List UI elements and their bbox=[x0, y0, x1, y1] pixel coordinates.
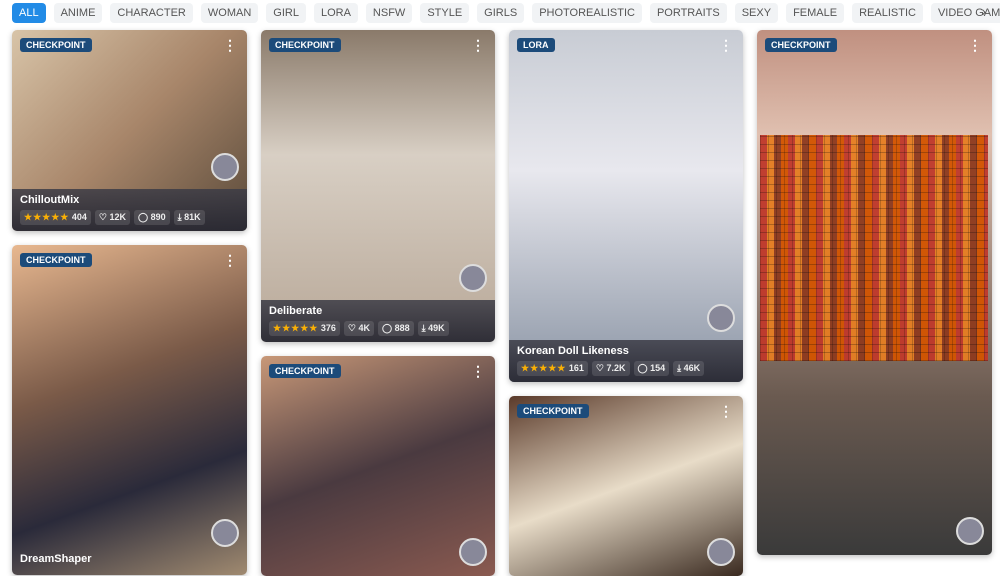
model-card[interactable]: CHECKPOINT ⋮ bbox=[261, 356, 495, 576]
likes-count: 4K bbox=[358, 323, 370, 333]
star-icon: ★★★★★ bbox=[521, 363, 567, 373]
model-title[interactable]: ChilloutMix bbox=[20, 194, 239, 206]
mosaic-overlay bbox=[760, 135, 988, 361]
likes-stat: ♡ 12K bbox=[94, 210, 130, 225]
model-title[interactable]: DreamShaper bbox=[20, 553, 92, 565]
card-footer: Korean Doll Likeness ★★★★★ 161 ♡ 7.2K ◯ … bbox=[509, 340, 743, 382]
tag-nsfw[interactable]: NSFW bbox=[365, 3, 413, 23]
downloads-count: 49K bbox=[428, 323, 445, 333]
download-icon: ⤓ bbox=[677, 363, 682, 373]
model-type-badge: CHECKPOINT bbox=[269, 38, 341, 52]
rating-stat: ★★★★★ 376 bbox=[269, 321, 340, 336]
tag-girl[interactable]: GIRL bbox=[266, 3, 306, 23]
downloads-stat: ⤓ 81K bbox=[173, 210, 205, 225]
tag-sexy[interactable]: SEXY bbox=[734, 3, 779, 23]
heart-icon: ♡ bbox=[595, 363, 604, 373]
model-type-badge: CHECKPOINT bbox=[517, 404, 589, 418]
more-options-icon[interactable]: ⋮ bbox=[719, 38, 733, 52]
downloads-count: 81K bbox=[184, 212, 201, 222]
model-card[interactable]: CHECKPOINT ⋮ bbox=[509, 396, 743, 576]
more-options-icon[interactable]: ⋮ bbox=[719, 404, 733, 418]
model-title[interactable]: Korean Doll Likeness bbox=[517, 345, 735, 357]
tag-lora[interactable]: LORA bbox=[313, 3, 358, 23]
model-type-badge: CHECKPOINT bbox=[765, 38, 837, 52]
more-options-icon[interactable]: ⋮ bbox=[471, 38, 485, 52]
model-title[interactable]: Deliberate bbox=[269, 305, 487, 317]
model-card[interactable]: LORA ⋮ Korean Doll Likeness ★★★★★ 161 ♡ 7.… bbox=[509, 30, 743, 382]
model-type-badge: LORA bbox=[517, 38, 555, 52]
more-options-icon[interactable]: ⋮ bbox=[223, 38, 237, 52]
heart-icon: ♡ bbox=[347, 323, 356, 333]
more-options-icon[interactable]: ⋮ bbox=[471, 364, 485, 378]
tag-video-game[interactable]: VIDEO GAME bbox=[930, 3, 1000, 23]
likes-stat: ♡ 4K bbox=[343, 321, 374, 336]
chevron-right-icon[interactable]: › bbox=[981, 3, 986, 19]
likes-stat: ♡ 7.2K bbox=[591, 361, 630, 376]
comments-count: 890 bbox=[150, 212, 166, 222]
tag-portraits[interactable]: PORTRAITS bbox=[649, 3, 727, 23]
card-footer: Deliberate ★★★★★ 376 ♡ 4K ◯ 888 ⤓ 49K bbox=[261, 300, 495, 342]
comment-icon: ◯ bbox=[138, 212, 149, 222]
tag-realistic[interactable]: REALISTIC bbox=[852, 3, 923, 23]
rating-stat: ★★★★★ 404 bbox=[20, 210, 91, 225]
model-card[interactable]: CHECKPOINT ⋮ bbox=[757, 30, 992, 555]
download-icon: ⤓ bbox=[421, 323, 426, 333]
tag-anime[interactable]: ANIME bbox=[53, 3, 103, 23]
model-thumbnail[interactable] bbox=[261, 356, 495, 576]
tag-all[interactable]: ALL bbox=[12, 3, 46, 23]
tag-girls[interactable]: GIRLS bbox=[477, 3, 525, 23]
model-card[interactable]: CHECKPOINT ⋮ ChilloutMix ★★★★★ 404 ♡ 12K ◯… bbox=[12, 30, 247, 231]
model-type-badge: CHECKPOINT bbox=[269, 364, 341, 378]
comment-icon: ◯ bbox=[382, 323, 393, 333]
tag-photorealistic[interactable]: PHOTOREALISTIC bbox=[532, 3, 642, 23]
star-icon: ★★★★★ bbox=[24, 212, 70, 222]
comment-icon: ◯ bbox=[637, 363, 648, 373]
category-tags: ALL ANIME CHARACTER WOMAN GIRL LORA NSFW STYLE G… bbox=[12, 3, 1000, 23]
more-options-icon[interactable]: ⋮ bbox=[223, 253, 237, 267]
rating-count: 161 bbox=[568, 363, 584, 373]
comments-stat: ◯ 154 bbox=[633, 361, 670, 376]
rating-stat: ★★★★★ 161 bbox=[517, 361, 588, 376]
downloads-count: 46K bbox=[683, 363, 701, 373]
comments-stat: ◯ 890 bbox=[134, 210, 170, 225]
avatar[interactable] bbox=[707, 304, 735, 332]
model-type-badge: CHECKPOINT bbox=[20, 253, 92, 267]
avatar[interactable] bbox=[956, 517, 984, 545]
tag-character[interactable]: CHARACTER bbox=[110, 3, 193, 23]
model-thumbnail[interactable] bbox=[509, 30, 743, 382]
likes-count: 12K bbox=[109, 212, 126, 222]
model-card[interactable]: CHECKPOINT ⋮ DreamShaper bbox=[12, 245, 247, 575]
model-thumbnail[interactable] bbox=[261, 30, 495, 342]
downloads-stat: ⤓ 49K bbox=[417, 321, 449, 336]
heart-icon: ♡ bbox=[98, 212, 107, 222]
tag-female[interactable]: FEMALE bbox=[786, 3, 845, 23]
avatar[interactable] bbox=[211, 153, 239, 181]
star-icon: ★★★★★ bbox=[273, 323, 319, 333]
avatar[interactable] bbox=[707, 538, 735, 566]
tag-woman[interactable]: WOMAN bbox=[200, 3, 259, 23]
comments-count: 888 bbox=[394, 323, 410, 333]
likes-count: 7.2K bbox=[606, 363, 626, 373]
model-type-badge: CHECKPOINT bbox=[20, 38, 92, 52]
more-options-icon[interactable]: ⋮ bbox=[968, 38, 982, 52]
tag-style[interactable]: STYLE bbox=[420, 3, 470, 23]
download-icon: ⤓ bbox=[177, 212, 182, 222]
downloads-stat: ⤓ 46K bbox=[673, 361, 705, 376]
comments-stat: ◯ 888 bbox=[378, 321, 414, 336]
comments-count: 154 bbox=[650, 363, 666, 373]
avatar[interactable] bbox=[211, 519, 239, 547]
rating-count: 376 bbox=[320, 323, 336, 333]
rating-count: 404 bbox=[71, 212, 87, 222]
model-card[interactable]: CHECKPOINT ⋮ Deliberate ★★★★★ 376 ♡ 4K ◯ 8… bbox=[261, 30, 495, 342]
avatar[interactable] bbox=[459, 264, 487, 292]
card-footer: ChilloutMix ★★★★★ 404 ♡ 12K ◯ 890 ⤓ 81K bbox=[12, 189, 247, 231]
avatar[interactable] bbox=[459, 538, 487, 566]
